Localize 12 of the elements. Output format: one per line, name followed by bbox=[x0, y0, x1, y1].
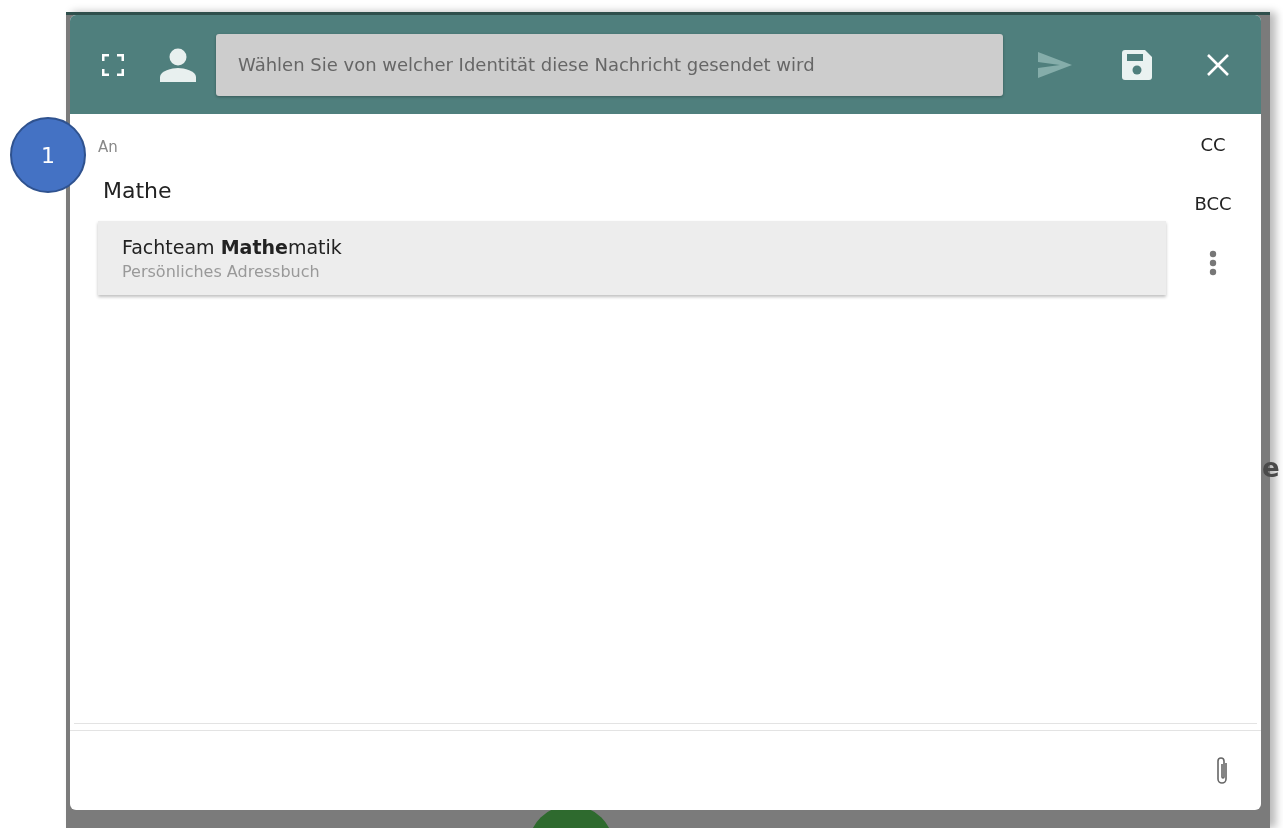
to-label: An bbox=[98, 138, 118, 156]
suggestion-item[interactable]: Fachteam Mathematik Persönliches Adressbuch bbox=[98, 221, 1166, 295]
save-icon[interactable] bbox=[1122, 49, 1152, 80]
more-icon[interactable] bbox=[1209, 250, 1217, 276]
recipient-input[interactable]: Mathe bbox=[98, 178, 403, 203]
identity-select[interactable]: Wählen Sie von welcher Identität diese Nachricht gesendet wird bbox=[216, 33, 1003, 96]
person-icon[interactable] bbox=[160, 47, 196, 82]
bcc-button[interactable]: BCC bbox=[1194, 193, 1232, 214]
fullscreen-icon[interactable] bbox=[102, 53, 124, 76]
cc-button[interactable]: CC bbox=[1200, 134, 1226, 155]
callout-badge: 1 bbox=[10, 117, 86, 193]
close-icon[interactable] bbox=[1207, 53, 1229, 76]
